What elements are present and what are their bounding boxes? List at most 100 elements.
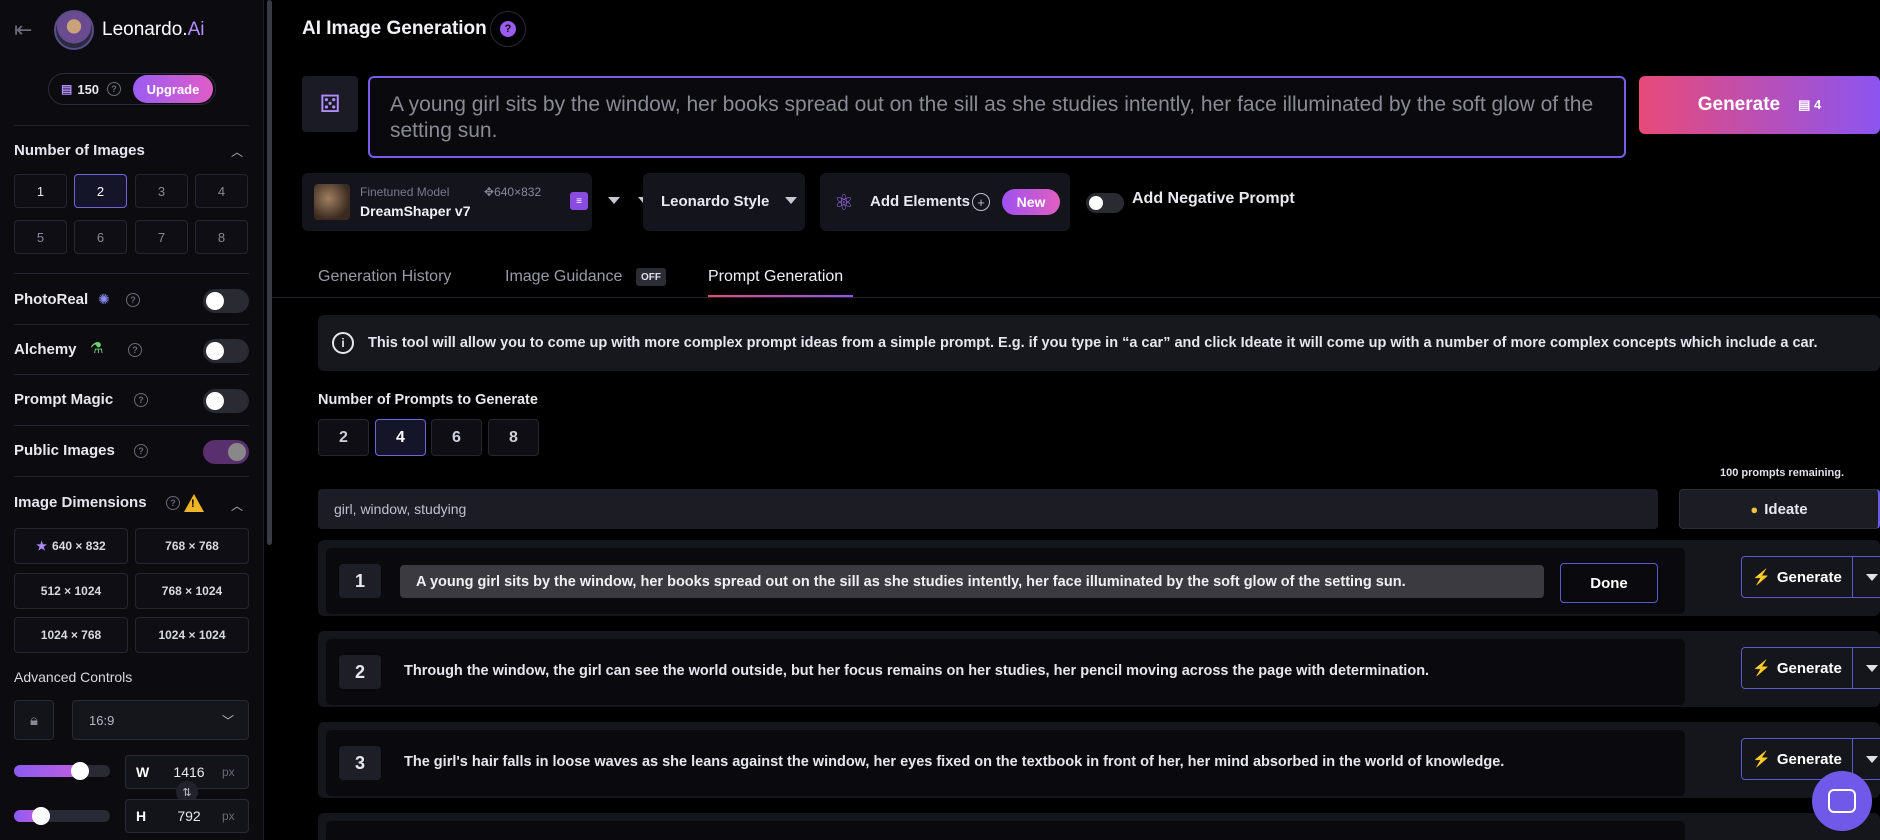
num-images-option[interactable]: 4 xyxy=(195,174,248,208)
model-selector[interactable]: Finetuned Model ✥640×832 DreamShaper v7 … xyxy=(302,173,650,231)
chevron-up-icon[interactable]: ︿ xyxy=(231,143,243,160)
height-field[interactable]: H 792 px xyxy=(125,799,249,833)
num-images-option[interactable]: 2 xyxy=(74,174,127,208)
help-button[interactable]: ? xyxy=(490,11,526,47)
prompt-edit-field[interactable]: A young girl sits by the window, her boo… xyxy=(400,565,1544,598)
num-prompts-option[interactable]: 8 xyxy=(488,419,539,456)
photoreal-label: PhotoReal xyxy=(14,291,89,308)
tab-generation-history[interactable]: Generation History xyxy=(318,268,451,286)
help-icon[interactable]: ? xyxy=(134,444,148,458)
upgrade-button[interactable]: Upgrade xyxy=(133,75,213,103)
alchemy-row: Alchemy ⚗ ? xyxy=(14,337,249,363)
aspect-ratio-select[interactable]: 16:9 ﹀ xyxy=(72,700,249,740)
public-images-row: Public Images ? xyxy=(14,438,249,464)
prompt-text: The girl's hair falls in loose waves as … xyxy=(404,754,1505,770)
support-chat-icon[interactable] xyxy=(1812,771,1872,831)
style-label: Leonardo Style xyxy=(661,193,770,210)
num-prompts-option[interactable]: 4 xyxy=(375,419,426,456)
token-icon: ▤ xyxy=(61,82,73,96)
height-slider[interactable] xyxy=(14,807,110,825)
num-prompts-option[interactable]: 2 xyxy=(318,419,369,456)
width-slider[interactable] xyxy=(14,762,110,780)
style-selector[interactable]: Leonardo Style xyxy=(643,173,805,231)
dimension-option[interactable]: 512 × 1024 xyxy=(14,573,128,609)
model-thumbnail xyxy=(314,184,350,220)
row-generate-dropdown[interactable] xyxy=(1852,647,1880,689)
negative-prompt-toggle[interactable] xyxy=(1086,193,1124,213)
tab-prompt-generation[interactable]: Prompt Generation xyxy=(708,268,843,286)
prompt-row: 3 The girl's hair falls in loose waves a… xyxy=(318,722,1880,798)
row-generate-button[interactable]: ⚡ Generate xyxy=(1741,647,1853,689)
num-prompts-option[interactable]: 6 xyxy=(431,419,482,456)
dimension-option[interactable]: 1024 × 768 xyxy=(14,617,128,653)
public-images-toggle[interactable] xyxy=(203,440,249,464)
dimension-option[interactable]: 768 × 768 xyxy=(135,528,249,564)
divider xyxy=(14,125,249,126)
alchemy-label: Alchemy xyxy=(14,341,77,358)
prompt-number: 3 xyxy=(339,746,381,780)
collapse-sidebar-icon[interactable]: ⇤ xyxy=(14,17,42,43)
active-tab-indicator xyxy=(708,295,853,297)
model-name: DreamShaper v7 xyxy=(360,203,471,219)
photoreal-row: PhotoReal ✺ ? xyxy=(14,287,249,313)
prompt-row: 2 Through the window, the girl can see t… xyxy=(318,631,1880,707)
dimension-option[interactable]: 1024 × 1024 xyxy=(135,617,249,653)
model-type: Finetuned Model xyxy=(360,185,450,199)
prompt-magic-toggle[interactable] xyxy=(203,389,249,413)
slider-thumb[interactable] xyxy=(31,807,50,825)
num-images-option[interactable]: 8 xyxy=(195,220,248,254)
done-button[interactable]: Done xyxy=(1560,563,1658,603)
num-images-option[interactable]: 6 xyxy=(74,220,127,254)
prompt-input[interactable]: A young girl sits by the window, her boo… xyxy=(368,76,1626,158)
info-icon: i xyxy=(332,332,354,354)
avatar[interactable] xyxy=(54,10,94,50)
dimension-option[interactable]: ★ 640 × 832 xyxy=(14,528,128,564)
generate-button[interactable]: Generate ▤ 4 xyxy=(1639,76,1880,134)
photoreal-toggle[interactable] xyxy=(203,289,249,313)
dimension-option[interactable]: 768 × 1024 xyxy=(135,573,249,609)
random-prompt-dice-icon[interactable]: ⚄ xyxy=(302,76,358,132)
photoreal-icon: ✺ xyxy=(98,291,110,307)
token-icon: ▤ xyxy=(1798,97,1815,112)
ideate-button[interactable]: ● Ideate xyxy=(1679,489,1880,529)
aspect-lock-button[interactable]: 🔒︎ xyxy=(14,700,54,740)
lightbulb-icon: ● xyxy=(1750,501,1759,517)
prompt-number: 2 xyxy=(339,655,381,689)
num-images-option[interactable]: 3 xyxy=(135,174,188,208)
help-icon[interactable]: ? xyxy=(134,393,148,407)
row-generate-dropdown[interactable] xyxy=(1852,556,1880,598)
divider xyxy=(14,324,249,325)
tab-image-guidance[interactable]: Image Guidance xyxy=(505,268,622,286)
divider xyxy=(14,425,249,426)
ideate-input[interactable]: girl, window, studying xyxy=(318,489,1658,529)
help-icon[interactable]: ? xyxy=(166,496,180,510)
alchemy-flask-icon: ⚗ xyxy=(90,340,104,357)
help-icon[interactable]: ? xyxy=(128,343,142,357)
move-icon: ✥ xyxy=(484,185,495,199)
prompt-text: Through the window, the girl can see the… xyxy=(404,663,1430,679)
alchemy-toggle[interactable] xyxy=(203,339,249,363)
slider-thumb[interactable] xyxy=(70,762,89,780)
negative-prompt-label[interactable]: Add Negative Prompt xyxy=(1132,190,1295,208)
chevron-up-icon[interactable]: ︿ xyxy=(231,497,243,514)
num-images-title: Number of Images xyxy=(14,142,145,159)
prompt-number: 1 xyxy=(339,564,381,598)
main-panel: AI Image Generation ? ⚄ A young girl sit… xyxy=(272,0,1880,840)
add-elements-button[interactable]: ⚛ Add Elements + New xyxy=(820,173,1070,231)
model-details-icon[interactable]: ≡ xyxy=(570,192,588,210)
brand-logo[interactable]: Leonardo.Ai xyxy=(102,19,204,41)
num-images-option[interactable]: 1 xyxy=(14,174,67,208)
bolt-icon: ⚡ xyxy=(1752,569,1771,586)
model-dropdown-caret[interactable] xyxy=(608,197,620,204)
plus-icon: + xyxy=(972,193,990,211)
credits-count: 150 xyxy=(77,81,100,97)
help-icon[interactable]: ? xyxy=(107,82,122,96)
num-images-option[interactable]: 7 xyxy=(135,220,188,254)
prompt-magic-label: Prompt Magic xyxy=(14,391,114,408)
public-images-label: Public Images xyxy=(14,442,115,459)
row-generate-button[interactable]: ⚡ Generate xyxy=(1741,556,1853,598)
num-images-option[interactable]: 5 xyxy=(14,220,67,254)
help-icon[interactable]: ? xyxy=(126,293,140,307)
star-icon: ★ xyxy=(36,539,48,553)
prompt-row-body: 2 Through the window, the girl can see t… xyxy=(326,639,1685,705)
